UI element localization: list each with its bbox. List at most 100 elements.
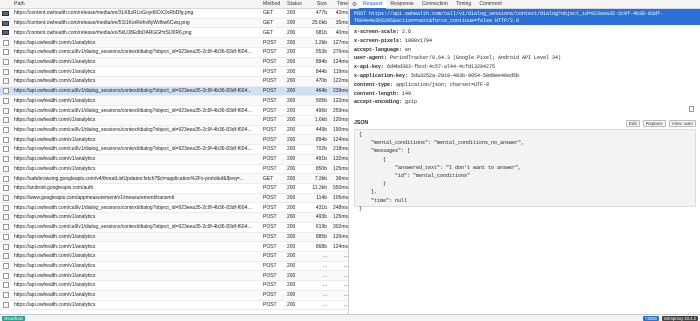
row-size: 470b: [315, 78, 327, 85]
gear-icon[interactable]: ⚙: [350, 1, 359, 8]
table-row[interactable]: https://api.owhealth.com/call/v1/dialog_…: [0, 126, 348, 136]
row-time: ...: [343, 263, 348, 270]
header-time[interactable]: Time: [329, 1, 348, 7]
table-row[interactable]: https://safebrowsing.googleapis.com/v4/t…: [0, 174, 348, 184]
row-time: 120ms: [332, 117, 348, 124]
row-method: POST: [263, 146, 277, 153]
document-icon: [2, 175, 9, 182]
status-left-badge: show/host: [2, 315, 25, 321]
header-value: 6d4bd383-fbcd-4c57-a744-4cfd13294275: [387, 64, 496, 71]
document-icon: [2, 97, 9, 104]
table-row[interactable]: https://api.owhealth.com/call/v1/dialog_…: [0, 86, 348, 97]
row-path: https://api.owhealth.com/v1/analytics: [14, 292, 96, 299]
table-row[interactable]: https://api.owhealth.com/v1/analytics POS…: [0, 135, 348, 146]
row-icon-cell: [0, 10, 11, 16]
header-method[interactable]: Method: [261, 1, 285, 7]
header-key: content-length:: [354, 90, 400, 97]
header-status[interactable]: Status: [285, 1, 305, 7]
table-row[interactable]: https://api.owhealth.com/v1/analytics POS…: [0, 38, 348, 48]
tab-comment[interactable]: Comment: [475, 0, 506, 9]
row-time: 259ms: [332, 107, 348, 114]
row-icon-cell: [0, 175, 11, 182]
row-size: 11.3kb: [312, 185, 327, 192]
table-row[interactable]: https://api.owhealth.com/v1/analytics POS…: [0, 271, 348, 282]
row-method: GET: [263, 175, 274, 182]
row-path: https://api.owhealth.com/call/v1/dialog_…: [14, 204, 252, 211]
table-row[interactable]: https://content.owhealth.com/release/med…: [0, 28, 348, 39]
document-icon: [2, 78, 9, 85]
table-row[interactable]: https://api.owhealth.com/call/v1/dialog_…: [0, 145, 348, 155]
row-path: https://android.googleapis.com/auth: [14, 185, 94, 192]
table-row[interactable]: https://api.owhealth.com/v1/analytics POS…: [0, 57, 348, 68]
table-row[interactable]: https://api.owhealth.com/call/v1/dialog_…: [0, 48, 348, 58]
document-icon: [2, 185, 9, 192]
row-icon-cell: [0, 136, 11, 143]
row-method: POST: [263, 292, 277, 299]
table-row[interactable]: https://api.owhealth.com/call/v1/dialog_…: [0, 106, 348, 116]
table-row[interactable]: https://api.owhealth.com/v1/analytics POS…: [0, 67, 348, 78]
row-size: 1.2kb: [314, 39, 327, 46]
row-method: POST: [263, 214, 277, 221]
row-path: https://api.owhealth.com/v1/analytics: [14, 233, 96, 240]
document-icon: [2, 58, 9, 65]
table-row[interactable]: https://api.owhealth.com/call/v1/dialog_…: [0, 223, 348, 233]
table-row[interactable]: https://api.owhealth.com/v1/analytics POS…: [0, 232, 348, 243]
row-icon-cell: [0, 263, 11, 270]
row-status: 200: [287, 126, 296, 133]
header-size[interactable]: Size: [305, 1, 329, 7]
row-path: https://content.owhealth.com/release/med…: [14, 20, 190, 27]
table-row[interactable]: https://content.owhealth.com/release/med…: [0, 9, 348, 19]
row-status: 200: [287, 88, 296, 95]
table-row[interactable]: https://android.googleapis.com/auth POST 2…: [0, 184, 348, 194]
copy-icon[interactable]: [689, 106, 694, 112]
row-time: 105ms: [332, 195, 348, 202]
row-size: ...: [322, 253, 327, 260]
replace-button[interactable]: Replace: [642, 119, 666, 127]
table-row[interactable]: https://api.owhealth.com/v1/analytics POS…: [0, 115, 348, 126]
row-status: 200: [287, 107, 296, 114]
tab-request[interactable]: Request: [359, 0, 387, 9]
row-path: https://api.owhealth.com/v1/analytics: [14, 253, 96, 260]
header-value: en: [405, 46, 412, 53]
tab-connection[interactable]: Connection: [418, 0, 452, 9]
table-row[interactable]: https://api.owhealth.com/v1/analytics POS…: [0, 301, 348, 311]
header-key: content-type:: [354, 81, 394, 88]
edit-button[interactable]: Edit: [625, 119, 640, 127]
row-time: 239ms: [332, 88, 348, 95]
document-icon: [2, 136, 9, 143]
table-row[interactable]: https://api.owhealth.com/v1/analytics POS…: [0, 77, 348, 87]
row-method: POST: [263, 243, 277, 250]
row-size: 505b: [315, 97, 327, 104]
view-mode-select[interactable]: View: auto: [668, 119, 696, 127]
table-row[interactable]: https://api.owhealth.com/v1/analytics POS…: [0, 96, 348, 107]
header-path[interactable]: Path: [11, 1, 261, 7]
document-icon: [2, 214, 9, 221]
table-row[interactable]: https://api.owhealth.com/call/v1/dialog_…: [0, 203, 348, 214]
table-row[interactable]: https://api.owhealth.com/v1/analytics POS…: [0, 165, 348, 175]
table-row[interactable]: https://api.owhealth.com/v1/analytics POS…: [0, 154, 348, 165]
row-status: 200: [287, 243, 296, 250]
row-path: https://api.owhealth.com/v1/analytics: [14, 282, 96, 289]
row-path: https://api.owhealth.com/v1/analytics: [14, 272, 96, 279]
table-row[interactable]: https://api.owhealth.com/v1/analytics POS…: [0, 251, 348, 262]
row-size: 850b: [315, 165, 327, 172]
row-path: https://api.owhealth.com/v1/analytics: [14, 97, 96, 104]
header-line: content-type: application/json; charset=…: [354, 81, 696, 90]
table-row[interactable]: https://api.owhealth.com/v1/analytics POS…: [0, 262, 348, 272]
table-row[interactable]: https://api.owhealth.com/v1/analytics POS…: [0, 242, 348, 252]
tab-timing[interactable]: Timing: [452, 0, 475, 9]
row-path: https://api.owhealth.com/call/v1/dialog_…: [14, 88, 252, 95]
table-row[interactable]: https://api.owhealth.com/v1/analytics POS…: [0, 290, 348, 301]
json-line: ],: [359, 189, 378, 196]
table-row[interactable]: https://www.googleapis.com/appmeasuremen…: [0, 193, 348, 204]
tab-response[interactable]: Response: [386, 0, 417, 9]
row-path: https://www.googleapis.com/appmeasuremen…: [14, 195, 175, 202]
document-icon: [2, 126, 9, 133]
row-path: https://content.owhealth.com/release/med…: [14, 10, 194, 17]
row-method: POST: [263, 253, 277, 260]
row-size: 7.3kb: [314, 175, 327, 182]
row-time: 124ms: [332, 136, 348, 143]
table-row[interactable]: https://api.owhealth.com/v1/analytics POS…: [0, 213, 348, 223]
table-row[interactable]: https://content.owhealth.com/release/med…: [0, 18, 348, 29]
table-row[interactable]: https://api.owhealth.com/v1/analytics POS…: [0, 281, 348, 291]
